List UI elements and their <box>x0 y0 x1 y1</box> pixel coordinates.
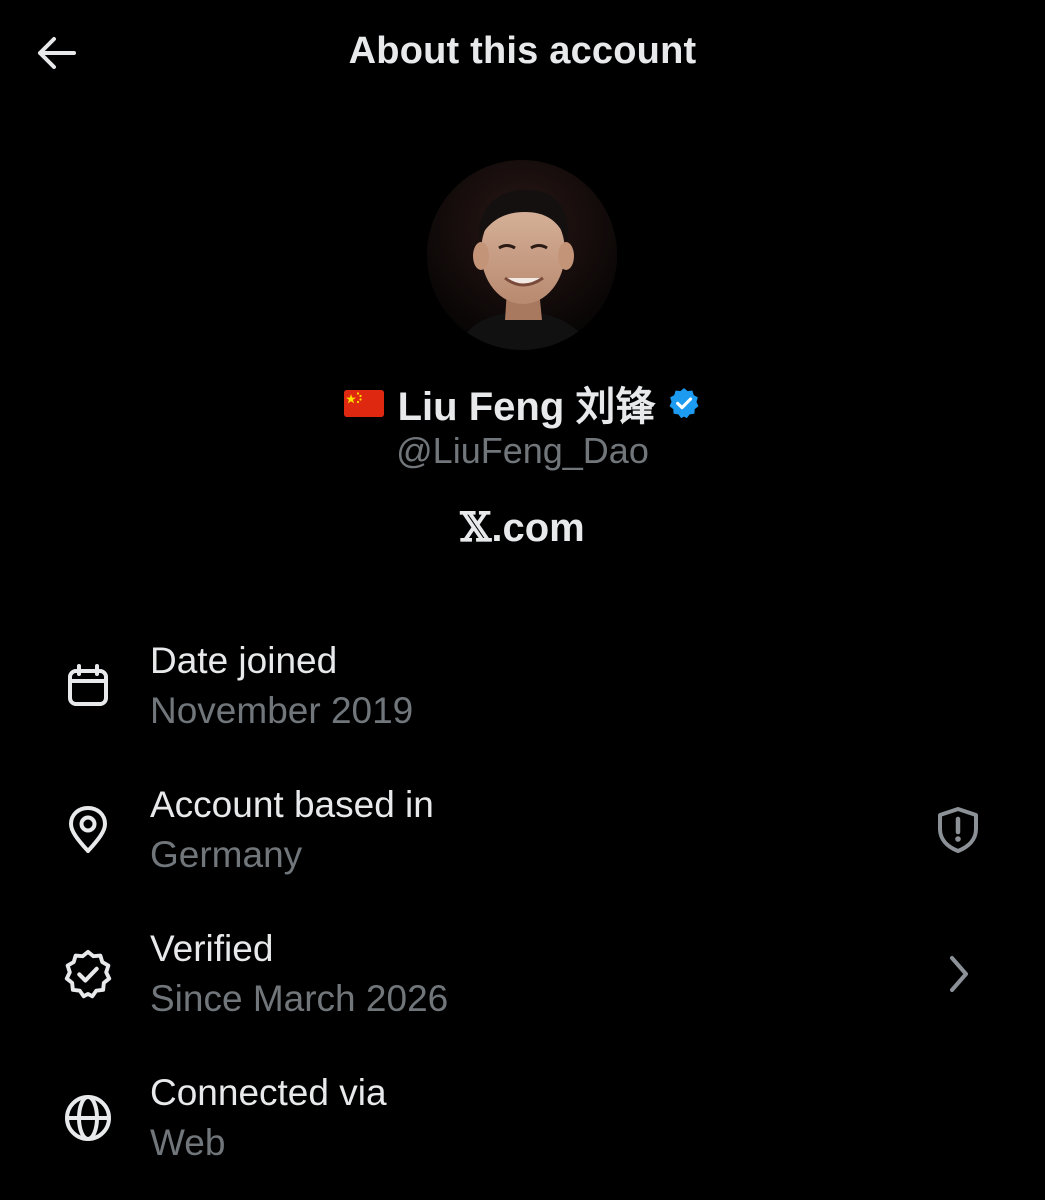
avatar[interactable] <box>427 160 617 350</box>
account-based-in-value: Germany <box>150 834 303 875</box>
platform-link[interactable]: 𝕏.com <box>0 504 1045 551</box>
shield-alert-icon[interactable] <box>928 800 988 860</box>
date-joined-value: November 2019 <box>150 690 414 731</box>
display-name: Liu Feng 刘锋 <box>397 385 656 429</box>
platform-domain: .com <box>491 506 585 550</box>
verified-badge-icon <box>669 388 699 419</box>
profile-name-row: Liu Feng 刘锋 <box>0 376 1045 430</box>
username-handle: @LiuFeng_Dao <box>396 430 649 471</box>
china-flag-icon <box>343 389 384 417</box>
verified-label: Verified <box>150 928 274 969</box>
date-joined-label: Date joined <box>150 640 338 681</box>
verified-value: Since March 2026 <box>150 978 449 1019</box>
page-title: About this account <box>348 30 697 72</box>
top-bar: About this account <box>0 0 1045 110</box>
location-pin-icon <box>58 800 118 860</box>
connected-via-value: Web <box>150 1122 226 1163</box>
connected-via-label: Connected via <box>150 1072 387 1113</box>
chevron-right-icon[interactable] <box>928 944 988 1004</box>
connected-via-row: Connected via Web <box>0 1064 1045 1194</box>
date-joined-row: Date joined November 2019 <box>0 632 1045 762</box>
x-logo-icon: 𝕏 <box>460 504 492 551</box>
account-based-in-label: Account based in <box>150 784 434 825</box>
globe-icon <box>58 1088 118 1148</box>
verified-check-icon <box>58 944 118 1004</box>
calendar-icon <box>58 656 118 716</box>
account-based-in-row: Account based in Germany <box>0 776 1045 906</box>
verified-row[interactable]: Verified Since March 2026 <box>0 920 1045 1050</box>
